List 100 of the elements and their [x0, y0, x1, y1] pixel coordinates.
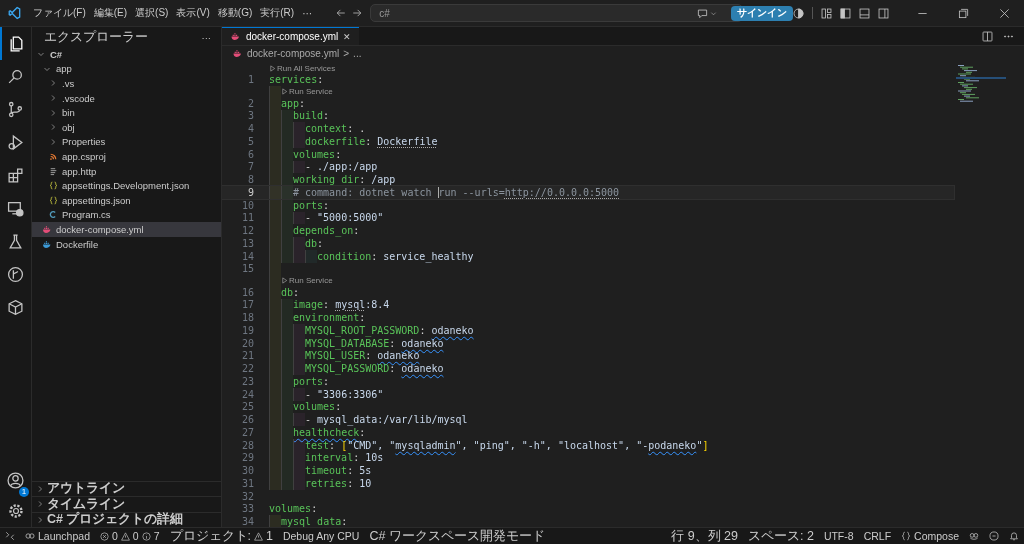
tree-item[interactable]: appsettings.Development.json — [32, 178, 221, 193]
code-line: MYSQL_USER: odaneko — [305, 350, 420, 362]
code-line: dockerfile: Dockerfile — [305, 135, 438, 147]
line-number: 16 — [240, 286, 254, 298]
line-number: 28 — [240, 439, 254, 451]
code-line: MYSQL_PASSWORD: odaneko — [305, 363, 444, 375]
code-line: - ./app:/app — [305, 161, 378, 173]
tree-item[interactable]: bin — [32, 105, 221, 120]
line-number: 24 — [240, 388, 254, 400]
code-line: - mysql_data:/var/lib/mysql — [305, 414, 468, 426]
tree-item[interactable]: app.http — [32, 163, 221, 179]
tree-item[interactable]: appsettings.json — [32, 192, 221, 208]
code-line: - "5000:5000" — [305, 212, 384, 224]
layout-icon — [821, 7, 832, 19]
line-number: 2 — [246, 97, 254, 109]
line-number: 18 — [240, 312, 254, 324]
code-line: MYSQL_DATABASE: odaneko — [305, 337, 444, 349]
launchpad-button[interactable]: Launchpad — [20, 530, 95, 542]
indent-guide — [293, 362, 305, 375]
half-circle-icon — [793, 7, 804, 19]
run-service-link[interactable]: Run Service — [281, 87, 333, 96]
tree-item[interactable]: C# — [32, 47, 221, 62]
package-icon — [7, 299, 24, 316]
breadcrumb-item[interactable]: ... — [353, 48, 362, 59]
indent-guide — [281, 298, 293, 312]
tree-item[interactable]: Program.cs — [32, 207, 221, 223]
configuration-status[interactable]: Debug Any CPU — [277, 530, 365, 542]
tree-item[interactable]: app.csproj — [32, 149, 221, 164]
menu-item[interactable]: 移動(G) — [213, 4, 257, 22]
code-line: app: — [281, 97, 306, 109]
tree-item[interactable]: app — [32, 61, 221, 77]
line-number: 27 — [240, 426, 254, 438]
code-line: ports: — [293, 375, 330, 387]
sidebar-toggle-icon — [840, 7, 851, 19]
close-tab[interactable]: ✕ — [343, 31, 352, 42]
account-icon — [7, 472, 24, 489]
code-line: context: . — [305, 123, 366, 135]
code-line: services: — [269, 74, 324, 86]
line-number: 31 — [240, 477, 254, 489]
line-number: 32 — [240, 490, 254, 502]
code-line: test: ["CMD", "mysqladmin", "ping", "-h", "localhost", "-podaneko"] — [305, 439, 709, 451]
pane-header[interactable]: タイムライン — [32, 496, 221, 512]
tree-item[interactable]: docker-compose.yml — [32, 222, 221, 237]
code-line: db: — [281, 286, 300, 298]
workspace-mode-status[interactable]: C# ワークスペース開発モード — [364, 527, 550, 544]
run-service-link[interactable]: Run All Services — [269, 63, 336, 73]
line-number: 5 — [246, 135, 254, 147]
run-service-link[interactable]: Run Service — [281, 276, 333, 285]
indent-guide — [281, 186, 293, 199]
rss-icon — [48, 151, 58, 161]
menu-item[interactable]: ファイル(F) — [29, 4, 90, 22]
indent-guide — [293, 237, 305, 250]
cursor-position[interactable]: 行 9、列 29 — [666, 527, 743, 544]
whale-icon — [230, 32, 241, 41]
menu-item[interactable]: ··· — [298, 5, 317, 21]
code-line: volumes: — [293, 401, 342, 413]
code-line: MYSQL_ROOT_PASSWORD: odaneko — [305, 324, 474, 336]
indent-guide — [293, 160, 305, 174]
menu-item[interactable]: 表示(V) — [172, 4, 214, 22]
editor-tab[interactable]: docker-compose.yml ✕ — [222, 27, 360, 45]
menu-item[interactable]: 実行(R) — [256, 4, 299, 22]
line-number: 6 — [246, 148, 254, 160]
restore-icon — [958, 7, 969, 19]
tree-item[interactable]: .vscode — [32, 90, 221, 106]
bell-icon — [1009, 531, 1019, 541]
line-number: 15 — [240, 263, 254, 275]
line-number: 13 — [240, 237, 254, 249]
tree-item[interactable]: obj — [32, 119, 221, 135]
encoding-status[interactable]: UTF-8 — [818, 530, 859, 542]
braces-icon — [48, 195, 58, 205]
breadcrumb-item[interactable]: docker-compose.yml — [247, 48, 340, 59]
code-line: - "3306:3306" — [305, 388, 384, 400]
whale-icon — [42, 239, 52, 249]
pane-header[interactable]: アウトライン — [32, 480, 221, 496]
play-icon — [269, 64, 276, 72]
indentation-status[interactable]: スペース: 2 — [742, 527, 819, 544]
code-line: # command: dotnet watch run --urls=http://0.0.0.0:5000 — [293, 186, 620, 198]
menu-item[interactable]: 選択(S) — [131, 4, 173, 22]
line-number: 25 — [240, 401, 254, 413]
project-status[interactable]: プロジェクト: 1 — [164, 527, 278, 544]
code-line: interval: 10s — [305, 452, 384, 464]
line-ending-status[interactable]: CRLF — [858, 530, 897, 542]
line-number: 19 — [240, 324, 254, 336]
menu-item[interactable]: 編集(E) — [89, 4, 132, 22]
tree-item[interactable]: Properties — [32, 134, 221, 150]
line-number: 22 — [240, 363, 254, 375]
error-icon — [99, 531, 109, 541]
panel-toggle-icon — [859, 7, 870, 19]
more-actions[interactable]: ··· — [201, 31, 211, 43]
indent-guide — [293, 387, 305, 401]
tree-item[interactable]: Dockerfile — [32, 236, 221, 252]
line-number: 14 — [240, 250, 254, 262]
play-icon — [281, 88, 288, 95]
language-mode[interactable]: Compose — [896, 530, 964, 542]
tree-item[interactable]: .vs — [32, 76, 221, 91]
indent-guide — [293, 249, 305, 263]
lines-icon — [48, 166, 58, 176]
indent-guide — [293, 324, 305, 337]
remote-icon — [5, 531, 15, 541]
problems-button[interactable]: 0 0 7 — [94, 530, 165, 542]
